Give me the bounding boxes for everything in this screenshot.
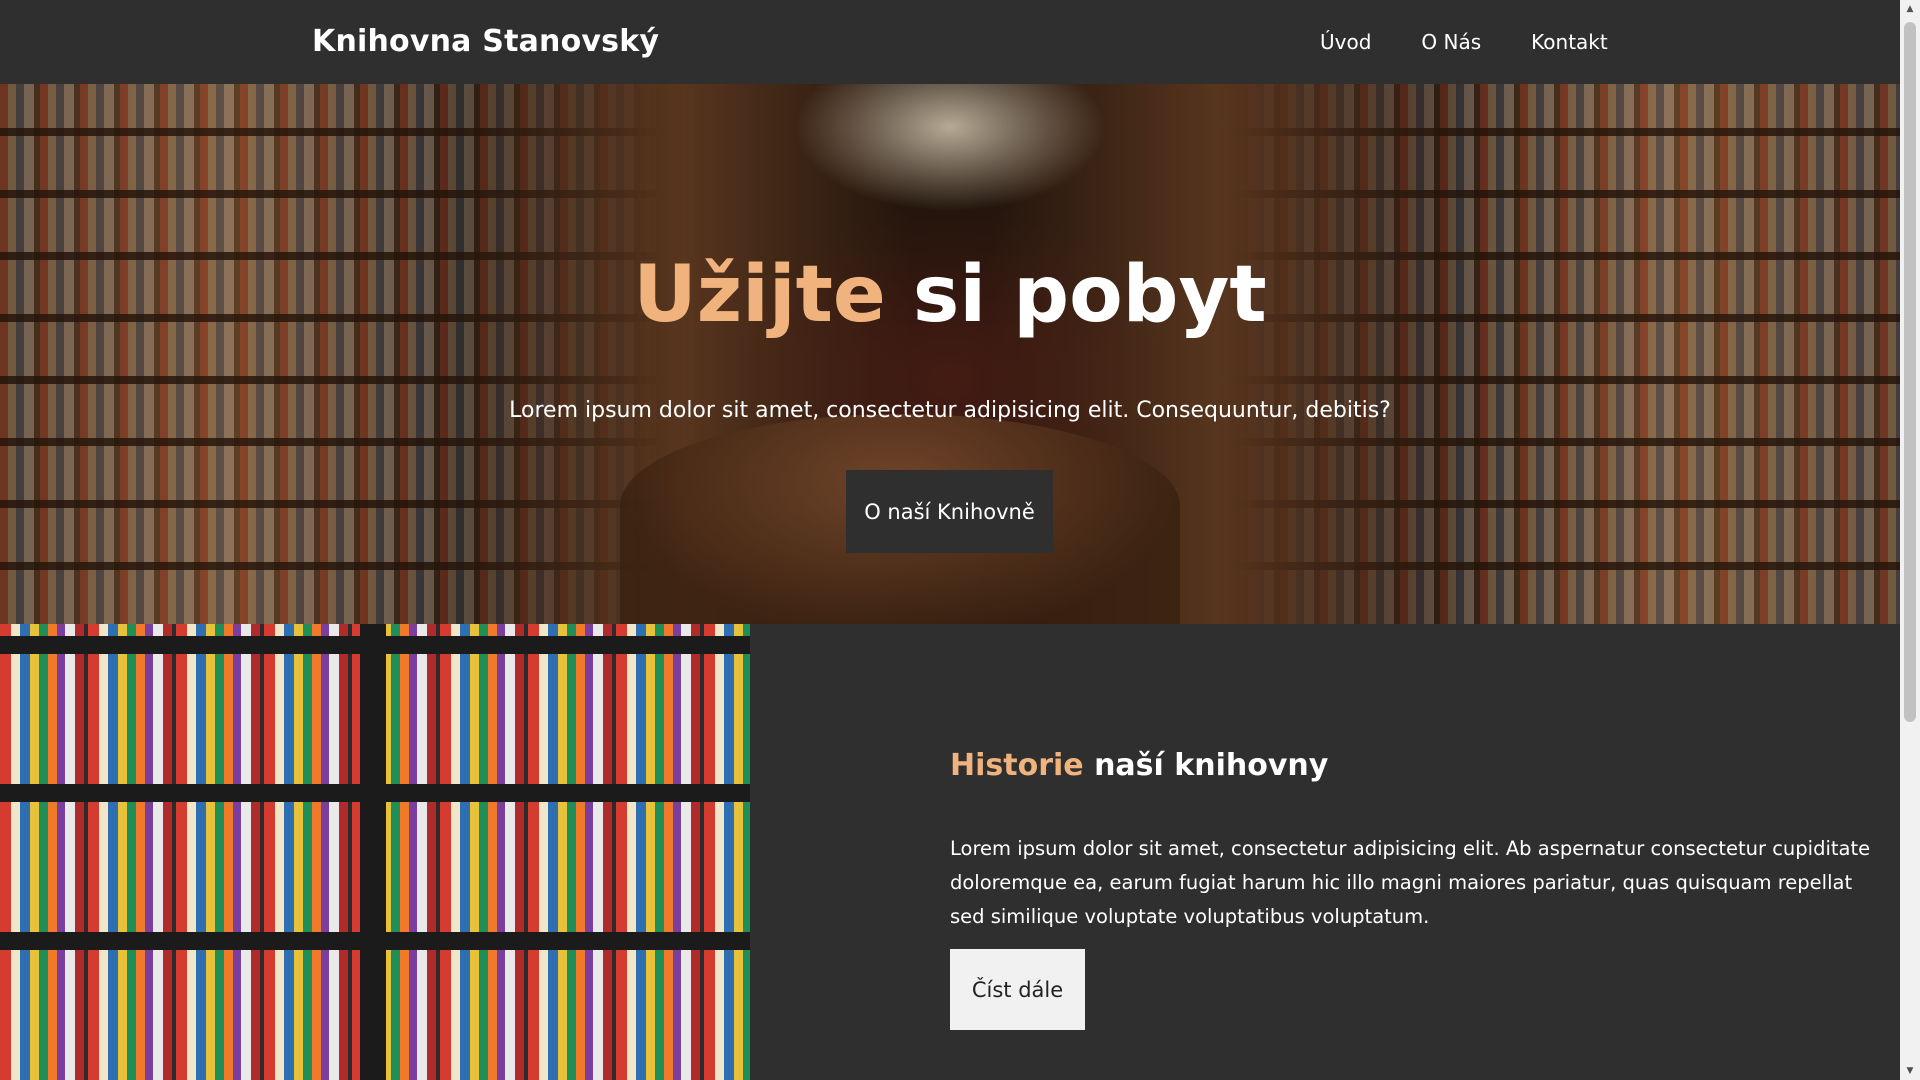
history-title-accent: Historie xyxy=(950,748,1084,783)
page-scrollbar[interactable]: ▲ ▼ xyxy=(1900,0,1920,1080)
hero-title-accent: Užijte xyxy=(633,250,886,340)
scroll-up-arrow-icon[interactable]: ▲ xyxy=(1900,0,1920,18)
main-nav: Úvod O Nás Kontakt xyxy=(1320,30,1608,54)
bookshelf-image xyxy=(0,624,750,1080)
hero-title-rest: si pobyt xyxy=(912,250,1267,340)
scrollbar-thumb[interactable] xyxy=(1904,22,1916,722)
hero-section: Užijte si pobyt Lorem ipsum dolor sit am… xyxy=(0,84,1900,624)
brand-title[interactable]: Knihovna Stanovský xyxy=(312,24,659,59)
read-more-button[interactable]: Číst dále xyxy=(950,949,1085,1030)
history-title: Historie naší knihovny xyxy=(950,748,1328,783)
bookshelf-divider xyxy=(360,624,386,1080)
hero-title: Užijte si pobyt xyxy=(0,256,1900,334)
scroll-down-arrow-icon[interactable]: ▼ xyxy=(1900,1062,1920,1080)
nav-link-kontakt[interactable]: Kontakt xyxy=(1531,30,1608,54)
site-header: Knihovna Stanovský Úvod O Nás Kontakt xyxy=(0,0,1900,84)
history-text: Lorem ipsum dolor sit amet, consectetur … xyxy=(950,837,1871,928)
hero-subtitle: Lorem ipsum dolor sit amet, consectetur … xyxy=(509,398,1391,423)
nav-link-o-nas[interactable]: O Nás xyxy=(1421,30,1481,54)
history-title-rest: naší knihovny xyxy=(1094,748,1329,783)
about-library-button[interactable]: O naší Knihovně xyxy=(846,470,1053,553)
nav-link-uvod[interactable]: Úvod xyxy=(1320,30,1371,54)
